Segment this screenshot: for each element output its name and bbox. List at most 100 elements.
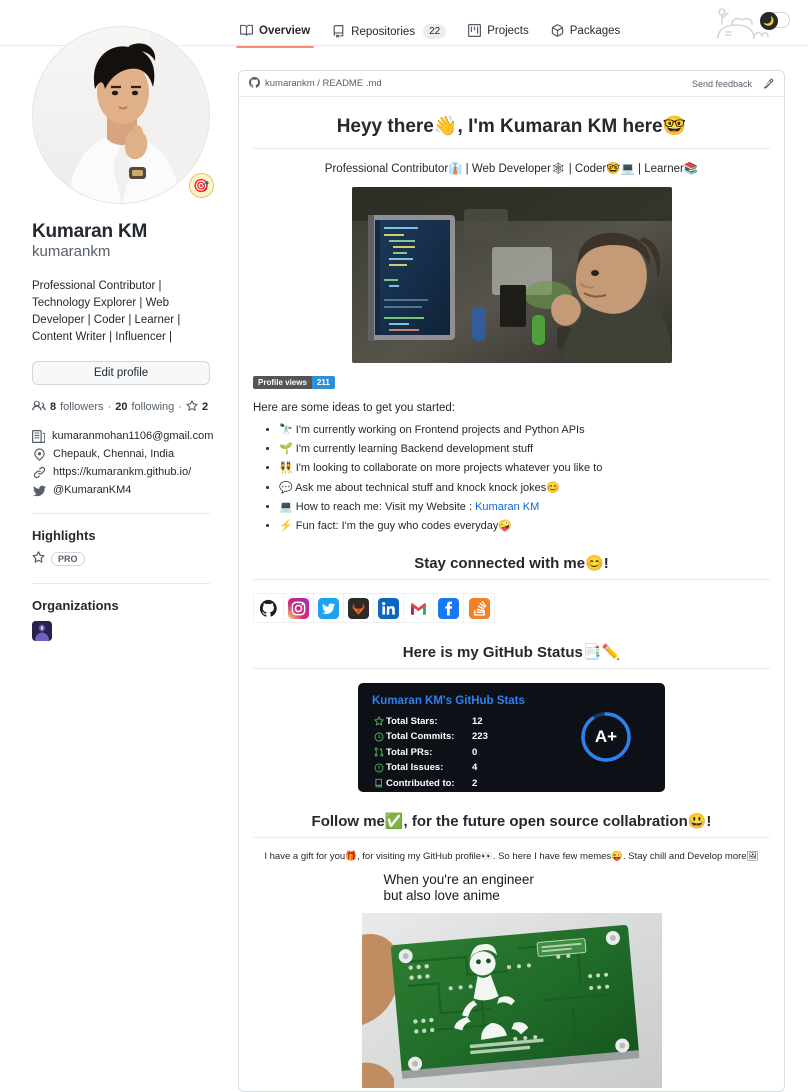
social-link-gitlab[interactable] [344, 594, 374, 623]
readme-body: Heyy there👋, I'm Kumaran KM here🤓 Profes… [239, 97, 784, 1091]
profile-views-badge: Profile views 211 [253, 375, 335, 389]
stackoverflow-icon [468, 597, 490, 619]
followers-count[interactable]: 8 [50, 401, 56, 413]
followers-label[interactable]: followers [60, 401, 103, 413]
website-link[interactable]: Kumaran KM [475, 501, 539, 513]
readme-heading: Heyy there👋, I'm Kumaran KM here🤓 [253, 115, 770, 149]
gmail-icon [408, 597, 429, 619]
stat-value-total-prs: 0 [472, 746, 478, 758]
repo-icon [332, 25, 345, 38]
pencil-icon[interactable] [763, 78, 774, 89]
sidebar-divider-2 [32, 582, 210, 584]
list-item-text-1: I'm currently learning Backend developme… [295, 443, 534, 456]
follow-heading: Follow me✅, for the future open source c… [253, 812, 770, 839]
separator-dot-1: · [107, 401, 112, 413]
stats-card-title: Kumaran KM's GitHub Stats [372, 695, 525, 708]
tab-projects[interactable]: Projects [460, 20, 543, 48]
project-icon [468, 24, 482, 37]
detail-twitter: @KumaranKM4 [32, 484, 210, 497]
stat-value-total-issues: 4 [472, 762, 478, 773]
avatar[interactable] [32, 26, 210, 204]
social-link-facebook[interactable] [434, 594, 464, 623]
star-icon [186, 399, 198, 415]
meme-caption-line-2: but also love anime [383, 888, 500, 904]
list-item-text-0: I'm currently working on Frontend projec… [295, 423, 585, 436]
stars-count[interactable]: 2 [202, 401, 208, 413]
issue-icon [372, 763, 386, 773]
list-item-text-5: Fun fact: I'm the guy who codes everyday… [295, 520, 513, 533]
ideas-list: 🔭 I'm currently working on Frontend proj… [253, 423, 770, 535]
list-item: ⚡ Fun fact: I'm the guy who codes everyd… [279, 519, 770, 534]
dark-mode-toggle[interactable]: 🌙 [760, 12, 790, 30]
tab-repositories-label: Repositories [351, 25, 416, 38]
github-status-heading: Here is my GitHub Status📑✏️ [253, 643, 770, 670]
hero-image [351, 186, 672, 363]
readme-header: kumarankm / README .md Send feedback [239, 71, 784, 97]
profile-views-label: Profile views [253, 375, 312, 389]
github-stats-card: Kumaran KM's GitHub Stats Total Stars: 1… [358, 683, 665, 793]
avatar-container[interactable]: 🎯 [32, 26, 214, 204]
highlight-pro-row: PRO [32, 550, 210, 567]
organizations-title: Organizations [32, 597, 119, 613]
tab-packages[interactable]: Packages [543, 20, 635, 48]
list-item-text-2: I'm looking to collaborate on more proje… [295, 462, 603, 475]
pull-request-icon [372, 747, 386, 757]
social-link-gmail[interactable] [404, 594, 434, 623]
stat-row-contributed-to: Contributed to: 2 [372, 775, 651, 791]
list-item-emoji-0: 🔭 [279, 423, 293, 436]
list-item-text-3: Ask me about technical stuff and knock k… [295, 481, 560, 494]
stat-value-contributed-to: 2 [472, 777, 478, 789]
following-label[interactable]: following [131, 401, 174, 413]
meme-container: When you're an engineer but also love an… [361, 872, 662, 1090]
list-item: 🔭 I'm currently working on Frontend proj… [279, 423, 770, 438]
list-item-emoji-5: ⚡ [279, 520, 293, 533]
ideas-intro: Here are some ideas to get you started: [253, 401, 455, 414]
organization-avatar[interactable] [32, 620, 52, 641]
tab-projects-label: Projects [487, 24, 529, 37]
followers-line: 8 followers · 20 following · 2 [32, 399, 210, 416]
list-item-text-4: How to reach me: Visit my Website : [295, 501, 476, 514]
list-item: 🌱 I'm currently learning Backend develop… [279, 442, 770, 457]
profile-username: kumarankm [32, 242, 111, 260]
edit-profile-button[interactable]: Edit profile [32, 360, 210, 385]
list-item: 💬 Ask me about technical stuff and knock… [279, 481, 770, 496]
list-item-emoji-4: 💻 [279, 501, 293, 514]
social-link-linkedin[interactable] [374, 594, 404, 623]
profile-views-count: 211 [311, 375, 335, 389]
list-item: 👯 I'm looking to collaborate on more pro… [279, 461, 770, 476]
social-link-github[interactable] [254, 594, 284, 623]
send-feedback-link[interactable]: Send feedback [692, 79, 752, 89]
detail-email-text[interactable]: kumaranmohan1106@gmail.com [52, 430, 213, 442]
repo-icon [372, 778, 386, 788]
tab-overview[interactable]: Overview [232, 20, 324, 48]
stat-label-total-prs: Total PRs: [386, 746, 433, 758]
detail-website-text[interactable]: https://kumarankm.github.io/ [53, 466, 191, 478]
instagram-icon [288, 597, 309, 619]
readme-path[interactable]: kumarankm / README .md [249, 76, 382, 91]
meme-caption-line-1: When you're an engineer [383, 872, 534, 888]
stat-label-contributed-to: Contributed to: [386, 777, 455, 789]
stat-label-total-commits: Total Commits: [386, 731, 455, 742]
status-emoji-badge[interactable]: 🎯 [189, 173, 214, 198]
connect-heading: Stay connected with me😊! [253, 554, 770, 581]
profile-details: kumaranmohan1106@gmail.com Chepauk, Chen… [32, 429, 213, 497]
stat-label-total-issues: Total Issues: [386, 762, 444, 773]
readme-path-text: kumarankm / README .md [265, 78, 382, 89]
gift-line: I have a gift for you🎁, for visiting my … [264, 851, 759, 863]
profile-sidebar: 🎯 Kumaran KM kumarankm Professional Cont… [32, 26, 214, 641]
following-count[interactable]: 20 [115, 401, 127, 413]
social-link-stackoverflow[interactable] [464, 594, 494, 622]
location-icon [32, 447, 46, 461]
separator-dot-2: · [178, 401, 182, 413]
book-icon [240, 24, 253, 37]
rank-label: A+ [594, 727, 618, 747]
detail-twitter-text[interactable]: @KumaranKM4 [53, 484, 131, 496]
detail-location: Chepauk, Chennai, India [32, 447, 210, 461]
list-item: 💻 How to reach me: Visit my Website : Ku… [279, 500, 770, 515]
gitlab-icon [348, 597, 369, 619]
twitter-icon [318, 597, 339, 619]
social-link-twitter[interactable] [314, 594, 344, 623]
social-link-instagram[interactable] [284, 594, 314, 623]
stat-value-total-stars: 12 [472, 715, 483, 727]
twitter-icon [32, 484, 46, 497]
